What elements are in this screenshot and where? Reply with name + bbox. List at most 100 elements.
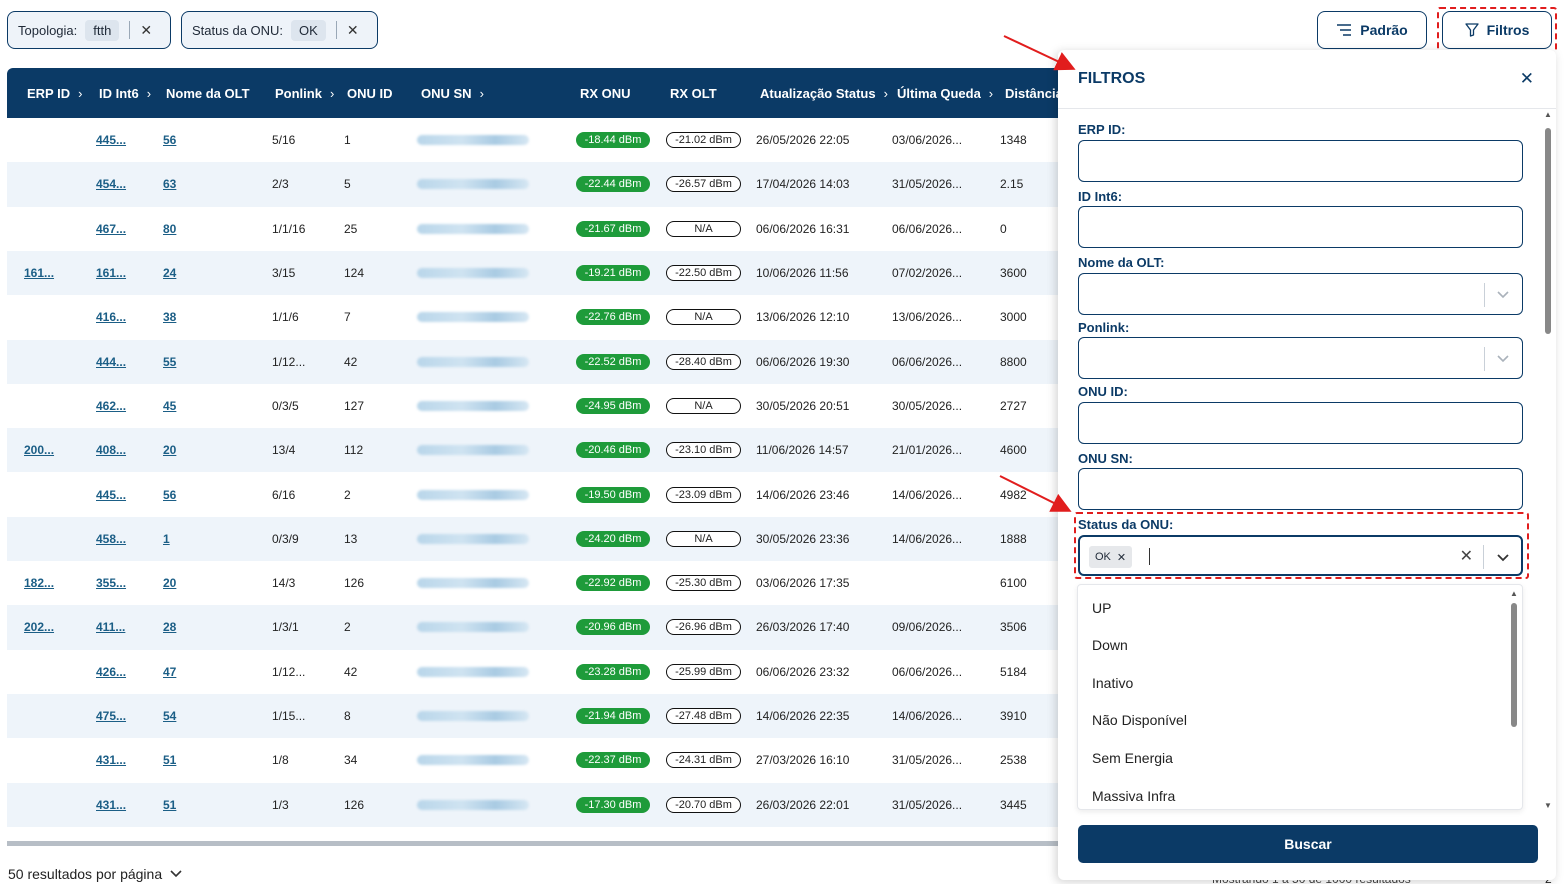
cell-nome-olt-text[interactable]: 56 <box>163 488 176 502</box>
cell-nome-olt-text[interactable]: 55 <box>163 355 176 369</box>
col-id-int6[interactable]: ID Int6 › <box>99 68 151 118</box>
cell-id-int6-text[interactable]: 431... <box>96 753 126 767</box>
cell-erp-id[interactable]: 200... <box>24 428 54 472</box>
cell-nome-olt[interactable]: 47 <box>163 650 176 694</box>
cell-nome-olt[interactable]: 51 <box>163 738 176 782</box>
cell-id-int6[interactable]: 445... <box>96 472 126 516</box>
cell-nome-olt[interactable]: 24 <box>163 251 176 295</box>
cell-id-int6-text[interactable]: 431... <box>96 798 126 812</box>
id-int6-input[interactable] <box>1078 206 1523 248</box>
cell-nome-olt[interactable]: 56 <box>163 118 176 162</box>
cell-id-int6[interactable]: 467... <box>96 207 126 251</box>
col-onu-sn[interactable]: ONU SN › <box>421 68 484 118</box>
chip-status-remove-icon[interactable]: ✕ <box>347 22 359 39</box>
col-ponlink[interactable]: Ponlink › <box>275 68 334 118</box>
cell-nome-olt-text[interactable]: 20 <box>163 443 176 457</box>
cell-nome-olt[interactable]: 38 <box>163 295 176 339</box>
option-nao-disponivel[interactable]: Não Disponível <box>1092 712 1187 728</box>
col-nome-olt[interactable]: Nome da OLT <box>166 68 250 118</box>
cell-nome-olt[interactable]: 51 <box>163 783 176 827</box>
cell-id-int6-text[interactable]: 475... <box>96 709 126 723</box>
horizontal-scrollbar[interactable] <box>7 841 1067 846</box>
ponlink-select[interactable] <box>1078 337 1523 379</box>
cell-id-int6[interactable]: 462... <box>96 384 126 428</box>
cell-id-int6-text[interactable]: 426... <box>96 665 126 679</box>
col-distancia[interactable]: Distância <box>1005 68 1063 118</box>
cell-id-int6[interactable]: 431... <box>96 738 126 782</box>
cell-id-int6[interactable]: 426... <box>96 650 126 694</box>
scroll-up-icon[interactable]: ▲ <box>1544 110 1552 119</box>
cell-nome-olt[interactable]: 20 <box>163 561 176 605</box>
cell-erp-id[interactable]: 202... <box>24 605 54 649</box>
cell-nome-olt-text[interactable]: 1 <box>163 532 170 546</box>
cell-erp-id-text[interactable]: 161... <box>24 266 54 280</box>
cell-id-int6-text[interactable]: 411... <box>96 620 125 634</box>
cell-nome-olt[interactable]: 55 <box>163 340 176 384</box>
table-row[interactable]: 454... 63 2/3 5 17/04/2026 14:03 31/05/2026..… <box>7 162 1067 207</box>
cell-id-int6-text[interactable]: 454... <box>96 177 126 191</box>
nome-olt-select[interactable] <box>1078 273 1523 315</box>
cell-id-int6-text[interactable]: 355... <box>96 576 126 590</box>
cell-nome-olt-text[interactable]: 24 <box>163 266 176 280</box>
cell-id-int6-text[interactable]: 445... <box>96 488 126 502</box>
cell-id-int6[interactable]: 161... <box>96 251 126 295</box>
cell-erp-id-text[interactable]: 200... <box>24 443 54 457</box>
table-row[interactable]: 426... 47 1/12... 42 06/06/2026 23:32 06/06/2… <box>7 650 1067 694</box>
cell-id-int6[interactable]: 431... <box>96 783 126 827</box>
cell-nome-olt[interactable]: 80 <box>163 207 176 251</box>
buscar-button[interactable]: Buscar <box>1078 825 1538 863</box>
col-rx-olt[interactable]: RX OLT <box>670 68 717 118</box>
cell-nome-olt-text[interactable]: 56 <box>163 133 176 147</box>
cell-id-int6[interactable]: 444... <box>96 340 126 384</box>
table-row[interactable]: 202... 411... 28 1/3/1 2 26/03/2026 17:40 09/0… <box>7 605 1067 650</box>
cell-nome-olt-text[interactable]: 28 <box>163 620 176 634</box>
panel-scrollbar[interactable]: ▲ ▼ <box>1543 110 1553 810</box>
cell-id-int6[interactable]: 475... <box>96 694 126 738</box>
cell-id-int6[interactable]: 458... <box>96 517 126 561</box>
cell-id-int6[interactable]: 445... <box>96 118 126 162</box>
table-row[interactable]: 200... 408... 20 13/4 112 11/06/2026 14:57 21/… <box>7 428 1067 473</box>
table-row[interactable]: 475... 54 1/15... 8 14/06/2026 22:35 14/06/20… <box>7 693 1067 739</box>
table-row[interactable]: 161... 161... 24 3/15 124 10/06/2026 11:56 07/… <box>7 250 1067 296</box>
cell-nome-olt-text[interactable]: 51 <box>163 753 176 767</box>
table-row[interactable]: 467... 80 1/1/16 25 06/06/2026 16:31 06/06/20… <box>7 207 1067 251</box>
cell-erp-id-text[interactable]: 202... <box>24 620 54 634</box>
close-icon[interactable]: ✕ <box>1520 69 1534 89</box>
cell-id-int6[interactable]: 408... <box>96 428 126 472</box>
scroll-down-icon[interactable]: ▼ <box>1544 801 1552 810</box>
table-row[interactable]: 445... 56 6/16 2 14/06/2026 23:46 14/06/2026.… <box>7 472 1067 516</box>
option-down[interactable]: Down <box>1092 637 1128 653</box>
cell-id-int6-text[interactable]: 408... <box>96 443 126 457</box>
option-up[interactable]: UP <box>1092 600 1111 616</box>
table-row[interactable]: 416... 38 1/1/6 7 13/06/2026 12:10 13/06/2026… <box>7 295 1067 339</box>
cell-nome-olt[interactable]: 63 <box>163 162 176 206</box>
scroll-up-icon[interactable]: ▲ <box>1510 589 1518 598</box>
table-row[interactable]: 431... 51 1/8 34 27/03/2026 16:10 31/05/2026.… <box>7 738 1067 782</box>
col-atualizacao-status[interactable]: Atualização Status › <box>760 68 888 118</box>
cell-nome-olt[interactable]: 56 <box>163 472 176 516</box>
cell-nome-olt-text[interactable]: 47 <box>163 665 176 679</box>
cell-nome-olt[interactable]: 54 <box>163 694 176 738</box>
padrao-button[interactable]: Padrão <box>1317 11 1427 49</box>
onu-sn-input[interactable] <box>1078 468 1523 510</box>
cell-nome-olt-text[interactable]: 38 <box>163 310 176 324</box>
option-sem-energia[interactable]: Sem Energia <box>1092 750 1173 766</box>
chip-topologia-remove-icon[interactable]: ✕ <box>140 22 152 39</box>
cell-nome-olt-text[interactable]: 51 <box>163 798 176 812</box>
scroll-thumb[interactable] <box>1545 128 1551 334</box>
per-page-select[interactable]: 50 resultados por página <box>8 866 182 882</box>
cell-id-int6-text[interactable]: 161... <box>96 266 126 280</box>
table-row[interactable]: 458... 1 0/3/9 13 30/05/2026 23:36 14/06/2026… <box>7 516 1067 561</box>
col-rx-onu[interactable]: RX ONU <box>580 68 631 118</box>
cell-erp-id[interactable]: 182... <box>24 561 54 605</box>
cell-nome-olt[interactable]: 20 <box>163 428 176 472</box>
table-row[interactable]: 431... 51 1/3 126 26/03/2026 22:01 31/05/2026… <box>7 782 1067 827</box>
table-row[interactable]: 444... 55 1/12... 42 06/06/2026 19:30 06/06/2… <box>7 339 1067 384</box>
option-massiva-infra[interactable]: Massiva Infra <box>1092 788 1175 804</box>
cell-nome-olt[interactable]: 1 <box>163 517 170 561</box>
col-erp-id[interactable]: ERP ID › <box>27 68 82 118</box>
table-row[interactable]: 445... 56 5/16 1 26/05/2026 22:05 03/06/2026.… <box>7 118 1067 162</box>
cell-nome-olt-text[interactable]: 45 <box>163 399 176 413</box>
dropdown-scrollbar[interactable]: ▲ <box>1510 589 1518 807</box>
cell-nome-olt-text[interactable]: 54 <box>163 709 176 723</box>
